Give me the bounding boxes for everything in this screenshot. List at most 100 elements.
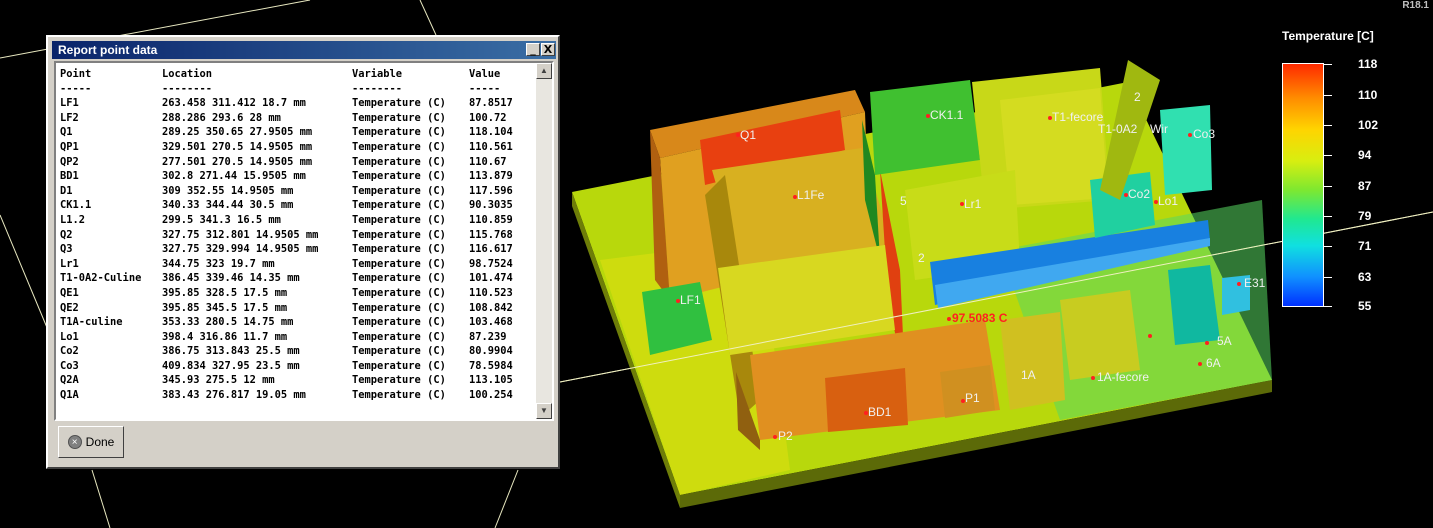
legend-tick-label: 110 (1358, 88, 1378, 102)
table-row[interactable]: BD1 302.8 271.44 15.9505 mm Temperature (C… (60, 169, 534, 184)
table-row[interactable]: D1 309 352.55 14.9505 mm Temperature (C) 11… (60, 184, 534, 199)
report-point-data-dialog: Report point data _ X Point Location Var… (46, 35, 560, 469)
cell-point: T1-0A2-Culine (60, 272, 142, 285)
cell-location: 386.45 339.46 14.35 mm (162, 272, 300, 285)
table-row[interactable]: Q1 289.25 350.65 27.9505 mm Temperature (C… (60, 125, 534, 140)
cell-point: Co2 (60, 345, 79, 358)
cell-location: 409.834 327.95 23.5 mm (162, 359, 300, 372)
table-row[interactable]: LF2 288.286 293.6 28 mm Temperature (C) 100… (60, 111, 534, 126)
cell-value: 98.7524 (469, 257, 513, 270)
done-button[interactable]: × Done (58, 426, 124, 458)
cell-location: 327.75 329.994 14.9505 mm (162, 243, 319, 256)
cell-variable: Temperature (C) (352, 286, 446, 299)
table-row[interactable]: Lr1 344.75 323 19.7 mm Temperature (C) 98.7… (60, 257, 534, 272)
cell-location: 353.33 280.5 14.75 mm (162, 316, 294, 329)
cell-location: 263.458 311.412 18.7 mm (162, 97, 306, 110)
cell-location: 383.43 276.817 19.05 mm (162, 389, 306, 402)
cell-value: 113.105 (469, 374, 513, 387)
table-row[interactable]: Q3 327.75 329.994 14.9505 mm Temperature (… (60, 242, 534, 257)
cell-location: 395.85 328.5 17.5 mm (162, 286, 288, 299)
table-row[interactable]: QE2 395.85 345.5 17.5 mm Temperature (C) 10… (60, 301, 534, 316)
table-row[interactable]: T1-0A2-Culine 386.45 339.46 14.35 mm Tempe… (60, 271, 534, 286)
model-label-lr1: Lr1 (964, 197, 982, 211)
scroll-up-button[interactable]: ▲ (536, 63, 552, 79)
model-label-ck11: CK1.1 (930, 108, 964, 122)
cell-location: 386.75 313.843 25.5 mm (162, 345, 300, 358)
table-row[interactable]: Q2A 345.93 275.5 12 mm Temperature (C) 113.… (60, 373, 534, 388)
table-row[interactable]: Q2 327.75 312.801 14.9505 mm Temperature (… (60, 228, 534, 243)
model-label-l1fe: L1Fe (797, 188, 825, 202)
legend-tick-label: 118 (1358, 57, 1378, 71)
model-label-co3: Co3 (1193, 127, 1215, 141)
cell-location: 302.8 271.44 15.9505 mm (162, 170, 306, 183)
cell-variable: Temperature (C) (352, 374, 446, 387)
table-row[interactable]: CK1.1 340.33 344.44 30.5 mm Temperature (C… (60, 198, 534, 213)
cell-value: 90.3035 (469, 199, 513, 212)
legend-tick (1324, 64, 1332, 65)
legend-tick-label: 102 (1358, 118, 1379, 132)
cell-variable: Temperature (C) (352, 199, 446, 212)
cell-value: 103.468 (469, 316, 513, 329)
separator: ----- (60, 82, 92, 95)
point-data-rows: Point Location Variable Value ----- ----… (60, 67, 534, 403)
table-row[interactable]: Co2 386.75 313.843 25.5 mm Temperature (C)… (60, 344, 534, 359)
legend-tick-label: 63 (1358, 270, 1372, 284)
model-label-q1: Q1 (740, 128, 756, 142)
table-row[interactable]: LF1 263.458 311.412 18.7 mm Temperature (C… (60, 96, 534, 111)
cell-point: LF2 (60, 111, 79, 124)
cell-location: 299.5 341.3 16.5 mm (162, 213, 281, 226)
cell-variable: Temperature (C) (352, 97, 446, 110)
cell-value: 110.67 (469, 155, 507, 168)
table-row[interactable]: Q1A 383.43 276.817 19.05 mm Temperature (C… (60, 388, 534, 403)
table-row[interactable]: Lo1 398.4 316.86 11.7 mm Temperature (C) 87… (60, 330, 534, 345)
cell-variable: Temperature (C) (352, 155, 446, 168)
legend-color-bar (1282, 63, 1324, 307)
table-row[interactable]: QP2 277.501 270.5 14.9505 mm Temperature (… (60, 155, 534, 170)
legend-tick (1324, 95, 1332, 96)
cell-variable: Temperature (C) (352, 389, 446, 402)
cancel-circle-icon: × (67, 435, 82, 449)
table-row[interactable]: T1A-culine 353.33 280.5 14.75 mm Temperatu… (60, 315, 534, 330)
model-label-lf1: LF1 (680, 293, 701, 307)
dialog-titlebar[interactable]: Report point data _ X (52, 41, 556, 59)
vertical-scrollbar[interactable]: ▲ ▼ (536, 63, 552, 419)
close-button[interactable]: X (541, 43, 555, 56)
minimize-button[interactable]: _ (526, 43, 540, 56)
cell-point: Co3 (60, 359, 79, 372)
cell-variable: Temperature (C) (352, 330, 446, 343)
cell-variable: Temperature (C) (352, 359, 446, 372)
model-label-q5a: 5A (1217, 334, 1232, 348)
cell-location: 345.93 275.5 12 mm (162, 374, 275, 387)
scroll-down-button[interactable]: ▼ (536, 403, 552, 419)
legend-tick (1324, 155, 1332, 156)
cell-point: D1 (60, 184, 73, 197)
point-data-list[interactable]: Point Location Variable Value ----- ----… (54, 61, 554, 421)
cell-value: 113.879 (469, 170, 513, 183)
separator: ----- (469, 82, 501, 95)
legend-tick (1324, 306, 1332, 307)
legend-tick (1324, 186, 1332, 187)
cell-point: Q2 (60, 228, 73, 241)
table-row[interactable]: L1.2 299.5 341.3 16.5 mm Temperature (C) 11… (60, 213, 534, 228)
cell-location: 340.33 344.44 30.5 mm (162, 199, 294, 212)
cell-variable: Temperature (C) (352, 243, 446, 256)
cell-variable: Temperature (C) (352, 272, 446, 285)
cell-point: QE2 (60, 301, 79, 314)
cell-value: 80.9904 (469, 345, 513, 358)
version-label: R18.1 (1402, 0, 1429, 11)
cell-point: Lr1 (60, 257, 79, 270)
table-row[interactable]: QP1 329.501 270.5 14.9505 mm Temperature (… (60, 140, 534, 155)
cell-variable: Temperature (C) (352, 257, 446, 270)
model-label-t1a-fecore: 1A-fecore (1097, 370, 1149, 384)
cell-location: 398.4 316.86 11.7 mm (162, 330, 288, 343)
legend-tick-label: 55 (1358, 299, 1372, 313)
table-row[interactable]: QE1 395.85 328.5 17.5 mm Temperature (C) 11… (60, 286, 534, 301)
model-label-2b: 2 (918, 251, 925, 265)
cell-point: Q1A (60, 389, 79, 402)
cell-point: Q3 (60, 243, 73, 256)
done-label: Done (85, 435, 115, 449)
legend-tick (1324, 216, 1332, 217)
probe-value-label: 97.5083 C (952, 311, 1008, 325)
table-row[interactable]: Co3 409.834 327.95 23.5 mm Temperature (C)… (60, 359, 534, 374)
legend-tick (1324, 125, 1332, 126)
